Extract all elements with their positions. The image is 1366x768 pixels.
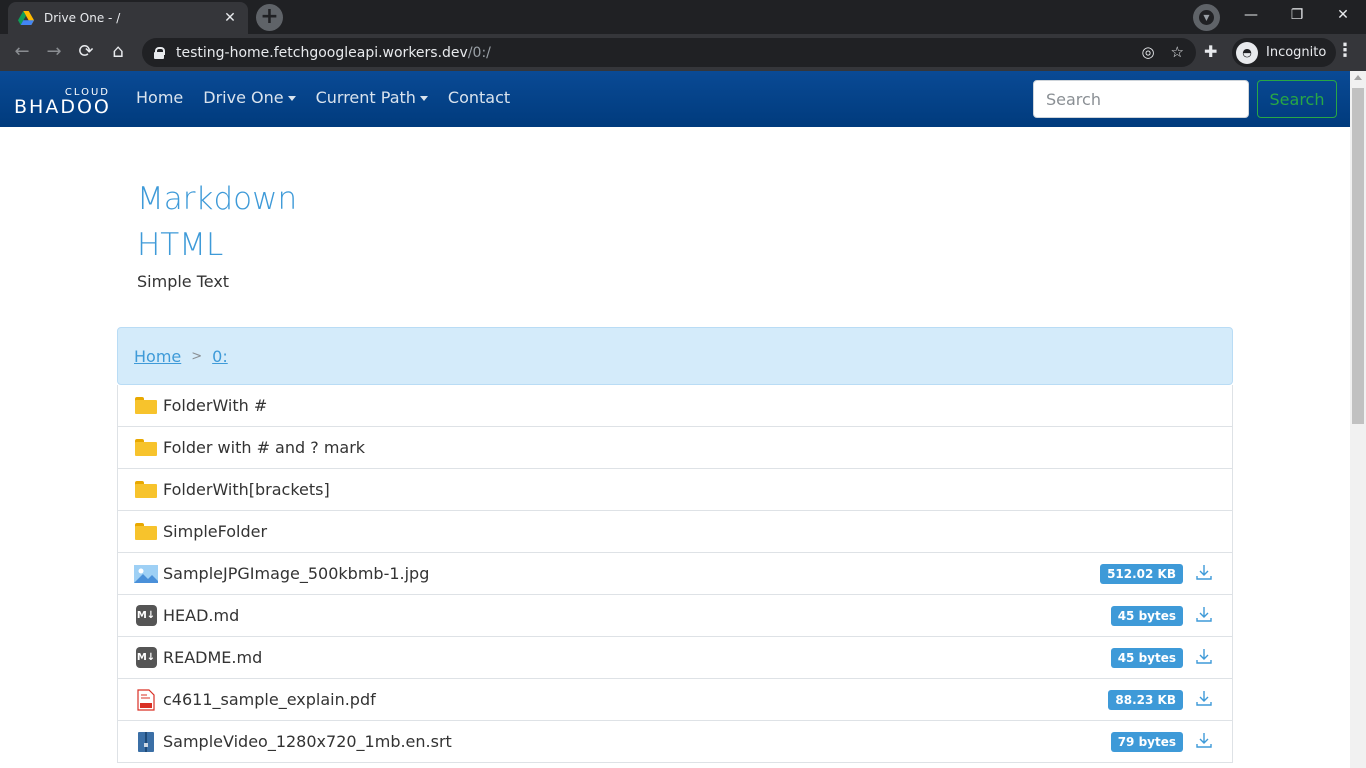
image-file-icon [134, 564, 158, 584]
nav-current-path-label: Current Path [315, 88, 416, 107]
incognito-icon: ◓ [1236, 41, 1258, 64]
folder-icon [134, 438, 158, 458]
incognito-profile-button[interactable]: ◓ Incognito [1232, 38, 1337, 67]
list-item[interactable]: M↓ README.md 45 bytes [118, 637, 1232, 679]
markdown-file-icon: M↓ [134, 605, 158, 626]
nav-contact[interactable]: Contact [448, 88, 510, 107]
page-viewport: CLOUD BHADOO Home Drive One Current Path… [0, 71, 1366, 768]
reload-icon[interactable]: ⟳ [74, 40, 98, 64]
pdf-file-icon [134, 688, 158, 711]
address-bar[interactable]: testing-home.fetchgoogleapi.workers.dev /… [142, 38, 1196, 67]
restore-button[interactable]: ❐ [1274, 0, 1320, 32]
file-name: c4611_sample_explain.pdf [163, 690, 376, 709]
close-tab-icon[interactable]: ✕ [222, 10, 238, 26]
minimize-button[interactable]: — [1228, 0, 1274, 32]
file-name: FolderWith # [163, 396, 268, 415]
chevron-down-icon: ▼ [1199, 10, 1214, 25]
browser-tab[interactable]: Drive One - / ✕ [8, 2, 248, 34]
back-arrow-icon[interactable]: ← [10, 40, 34, 64]
list-item[interactable]: c4611_sample_explain.pdf 88.23 KB [118, 679, 1232, 721]
file-size-badge: 45 bytes [1110, 648, 1183, 668]
tab-search-button[interactable]: ▼ [1193, 4, 1220, 31]
breadcrumb-home[interactable]: Home [134, 347, 181, 366]
home-icon[interactable]: ⌂ [106, 40, 130, 64]
forward-arrow-icon[interactable]: → [42, 40, 66, 64]
site-logo[interactable]: CLOUD BHADOO [14, 87, 112, 118]
search-button[interactable]: Search [1257, 80, 1337, 118]
file-size-badge: 88.23 KB [1108, 690, 1183, 710]
scroll-up-arrow-icon[interactable] [1354, 75, 1362, 80]
list-item[interactable]: FolderWith[brackets] [118, 469, 1232, 511]
list-item[interactable]: SimpleFolder [118, 511, 1232, 553]
file-name: SampleVideo_1280x720_1mb.en.srt [163, 732, 452, 751]
folder-icon [134, 480, 158, 500]
browser-tab-strip: Drive One - / ✕ + ▼ — ❐ ✕ [0, 0, 1366, 34]
breadcrumb-root[interactable]: 0: [212, 347, 228, 366]
file-name: Folder with # and ? mark [163, 438, 366, 457]
nav-current-path-dropdown[interactable]: Current Path [316, 88, 428, 107]
download-icon[interactable] [1194, 688, 1214, 708]
list-item[interactable]: SampleJPGImage_500kbmb-1.jpg 512.02 KB [118, 553, 1232, 595]
nav-drive-one-dropdown[interactable]: Drive One [203, 88, 296, 107]
download-icon[interactable] [1194, 730, 1214, 750]
download-icon[interactable] [1194, 562, 1214, 582]
google-drive-icon [18, 10, 34, 26]
browser-toolbar: ← → ⟳ ⌂ testing-home.fetchgoogleapi.work… [0, 34, 1366, 71]
folder-icon [134, 522, 158, 542]
scrollbar-thumb[interactable] [1352, 88, 1364, 424]
readme-section: Markdown HTML Simple Text [137, 176, 297, 291]
file-name: README.md [163, 648, 263, 667]
tab-title: Drive One - / [44, 11, 121, 25]
list-item[interactable]: M↓ HEAD.md 45 bytes [118, 595, 1232, 637]
markdown-file-icon: M↓ [134, 647, 158, 668]
url-host: testing-home.fetchgoogleapi.workers.dev [176, 44, 468, 61]
download-icon[interactable] [1194, 604, 1214, 624]
new-tab-button[interactable]: + [256, 4, 283, 31]
close-window-button[interactable]: ✕ [1320, 0, 1366, 32]
search-input[interactable] [1033, 80, 1249, 118]
breadcrumb-separator: > [191, 348, 203, 364]
list-item[interactable]: SampleVideo_1280x720_1mb.en.srt 79 bytes [118, 721, 1232, 763]
caret-down-icon [287, 96, 296, 101]
logo-main-text: BHADOO [14, 96, 111, 118]
nav-drive-one-label: Drive One [203, 88, 284, 107]
readme-heading-html: HTML [137, 227, 224, 263]
readme-text: Simple Text [137, 272, 230, 291]
file-size-badge: 512.02 KB [1100, 564, 1183, 584]
file-size-badge: 79 bytes [1110, 732, 1183, 752]
menu-dots-icon[interactable]: ⋮ [1336, 40, 1354, 61]
eye-slash-icon[interactable]: ◎ [1141, 43, 1154, 61]
nav-home[interactable]: Home [136, 88, 183, 107]
lock-icon [154, 46, 165, 59]
incognito-label: Incognito [1266, 45, 1327, 60]
list-item[interactable]: Folder with # and ? mark [118, 427, 1232, 469]
caret-down-icon [419, 96, 428, 101]
list-item[interactable]: FolderWith # [118, 385, 1232, 427]
breadcrumb: Home > 0: [117, 327, 1233, 385]
download-icon[interactable] [1194, 646, 1214, 666]
file-name: SampleJPGImage_500kbmb-1.jpg [163, 564, 430, 583]
folder-icon [134, 396, 158, 416]
url-path: /0:/ [467, 44, 491, 61]
file-list: FolderWith # Folder with # and ? mark Fo… [117, 385, 1233, 763]
file-name: FolderWith[brackets] [163, 480, 330, 499]
nav-links: Home Drive One Current Path Contact [136, 88, 510, 107]
archive-file-icon [134, 731, 158, 752]
puzzle-extension-icon[interactable]: ✚ [1204, 42, 1217, 61]
file-name: HEAD.md [163, 606, 240, 625]
file-size-badge: 45 bytes [1110, 606, 1183, 626]
star-icon[interactable]: ☆ [1171, 43, 1184, 61]
readme-heading-markdown: Markdown [137, 181, 298, 217]
file-name: SimpleFolder [163, 522, 268, 541]
page-scrollbar[interactable] [1350, 71, 1366, 768]
site-navbar: CLOUD BHADOO Home Drive One Current Path… [0, 71, 1350, 127]
